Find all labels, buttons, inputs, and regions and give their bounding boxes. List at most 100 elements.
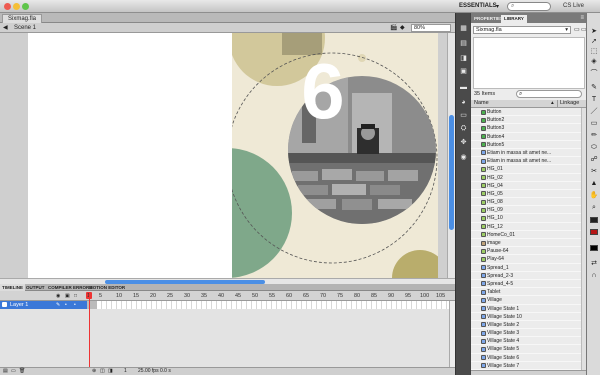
paint-bucket-tool-icon[interactable]: ▲ (589, 179, 599, 188)
library-item[interactable]: Village State 5 (471, 345, 581, 354)
tab-library[interactable]: LIBRARY (501, 15, 527, 23)
free-transform-tool-icon[interactable]: ⬚ (589, 47, 599, 56)
cs-live-button[interactable]: CS Live (563, 3, 584, 9)
library-item[interactable]: Village State 2 (471, 321, 581, 330)
library-item[interactable]: Spread_4-5 (471, 280, 581, 289)
color-panel-icon[interactable]: ▦ (459, 25, 468, 33)
library-item[interactable]: Village State 1 (471, 305, 581, 313)
scroll-thumb[interactable] (449, 115, 454, 230)
library-item[interactable]: Village State 7 (471, 362, 581, 370)
library-item[interactable]: HomeCo_01 (471, 231, 581, 239)
column-name[interactable]: Name (474, 100, 489, 107)
stage-artwork[interactable]: 6 (232, 33, 438, 278)
deco-tool-icon[interactable]: ☍ (589, 155, 599, 164)
library-item[interactable]: image (471, 239, 581, 248)
library-item[interactable]: HG_02 (471, 174, 581, 182)
pen-tool-icon[interactable]: ✎ (589, 83, 599, 92)
close-window-button[interactable] (4, 3, 11, 10)
snap-magnet-icon[interactable]: ∩ (589, 271, 599, 280)
zoom-tool-icon[interactable]: ⌕ (589, 203, 599, 212)
line-tool-icon[interactable]: ／ (589, 107, 599, 116)
tab-motion-editor[interactable]: MOTION EDITOR (87, 284, 127, 291)
motion-presets-icon[interactable]: ⛭ (459, 125, 468, 133)
rectangle-tool-icon[interactable]: ▭ (589, 119, 599, 128)
library-item[interactable]: HG_01 (471, 165, 581, 174)
library-item[interactable]: Button5 (471, 141, 581, 149)
help-search-input[interactable]: ⌕ (507, 2, 551, 11)
pencil-tool-icon[interactable]: ✏ (589, 131, 599, 140)
tab-output[interactable]: OUTPUT (24, 284, 47, 291)
library-item[interactable]: HG_09 (471, 206, 581, 215)
library-item[interactable]: Play-64 (471, 255, 581, 264)
library-item[interactable]: Button3 (471, 124, 581, 133)
tab-timeline[interactable]: TIMELINE (0, 284, 25, 291)
actions-panel-icon[interactable]: ◉ (459, 154, 468, 162)
frame-rate[interactable]: 25.00 fps (138, 368, 159, 375)
text-tool-icon[interactable]: T (589, 95, 599, 104)
library-item[interactable]: HG_05 (471, 190, 581, 199)
code-snippets-icon[interactable]: ◕ (459, 99, 468, 107)
visibility-dot[interactable]: • (65, 301, 67, 309)
lasso-tool-icon[interactable]: ⌒ (589, 69, 599, 78)
back-arrow-icon[interactable]: ◀ (3, 24, 8, 31)
history-panel-icon[interactable]: ✥ (459, 139, 468, 147)
outline-icon[interactable]: □ (74, 293, 77, 299)
library-item[interactable]: Village State 6 (471, 354, 581, 362)
document-tab[interactable]: Sixmag.fla (2, 14, 43, 23)
subselection-tool-icon[interactable]: ➚ (589, 37, 599, 46)
selection-tool-icon[interactable]: ➤ (589, 27, 599, 36)
eye-icon[interactable]: ◉ (56, 293, 60, 299)
bone-tool-icon[interactable]: ✂ (589, 167, 599, 176)
library-item[interactable]: Village State 3 (471, 329, 581, 338)
align-panel-icon[interactable]: ◨ (459, 55, 468, 63)
3d-rotation-tool-icon[interactable]: ◈ (589, 57, 599, 66)
library-item[interactable]: Spread_2-3 (471, 272, 581, 280)
zoom-window-button[interactable] (22, 3, 29, 10)
new-layer-icon[interactable]: ▤ (3, 368, 8, 375)
zoom-select[interactable]: 80% (411, 24, 451, 32)
library-item[interactable]: Button4 (471, 133, 581, 141)
panel-menu-icon[interactable]: ≡ (580, 15, 584, 21)
stroke-color-swatch[interactable] (590, 217, 598, 223)
delete-layer-icon[interactable]: 🗑 (19, 368, 25, 375)
center-frame-icon[interactable]: ⊕ (92, 368, 96, 375)
library-item[interactable]: HG_04 (471, 182, 581, 190)
library-document-select[interactable]: Sixmag.fla ▾ (473, 26, 571, 34)
swatches-panel-icon[interactable]: ▤ (459, 40, 468, 48)
new-folder-icon[interactable]: ▭ (11, 368, 16, 375)
library-item[interactable]: Village State 4 (471, 337, 581, 346)
library-item[interactable]: Button (471, 108, 581, 117)
library-search-input[interactable]: ⌕ (516, 90, 582, 98)
library-item[interactable]: HG_12 (471, 223, 581, 231)
library-item[interactable]: Village (471, 296, 581, 305)
scene-label[interactable]: Scene 1 (14, 25, 36, 31)
onion-skin-icon[interactable]: ◫ (100, 368, 105, 375)
scroll-thumb[interactable] (105, 279, 265, 284)
library-item[interactable]: HG_08 (471, 198, 581, 207)
pin-library-icon[interactable]: ▭ (574, 26, 580, 33)
transform-panel-icon[interactable]: ▬ (459, 84, 468, 92)
library-item[interactable]: Tablet (471, 288, 581, 297)
library-item[interactable]: Button2 (471, 116, 581, 125)
brush-tool-icon[interactable]: ⬭ (589, 143, 599, 152)
chevron-down-icon[interactable]: ▾ (496, 3, 499, 10)
sort-icon[interactable]: ▴ (551, 100, 554, 107)
library-item[interactable]: HG_10 (471, 214, 581, 223)
stage-vertical-scrollbar[interactable] (447, 33, 455, 278)
components-icon[interactable]: ▭ (459, 112, 468, 120)
library-item[interactable]: Etiam in massa sit amet ne... (471, 149, 581, 158)
layer-name[interactable]: Layer 1 (10, 302, 28, 308)
edit-scene-icon[interactable]: 🎬 (390, 24, 397, 31)
swap-colors-icon[interactable]: ⇄ (589, 259, 599, 268)
info-panel-icon[interactable]: ▣ (459, 68, 468, 76)
edit-symbols-icon[interactable]: ◆ (400, 24, 405, 31)
frames-track[interactable] (87, 301, 455, 309)
library-item[interactable]: Spread_1 (471, 264, 581, 272)
edit-multiple-frames-icon[interactable]: ◨ (108, 368, 113, 375)
library-item[interactable]: Etiam in massa sit amet ne... (471, 157, 581, 166)
lock-icon[interactable]: ▣ (65, 293, 70, 299)
hand-tool-icon[interactable]: ✋ (589, 191, 599, 200)
minimize-window-button[interactable] (13, 3, 20, 10)
column-linkage[interactable]: Linkage (557, 100, 579, 107)
library-item[interactable]: Pause-64 (471, 247, 581, 256)
